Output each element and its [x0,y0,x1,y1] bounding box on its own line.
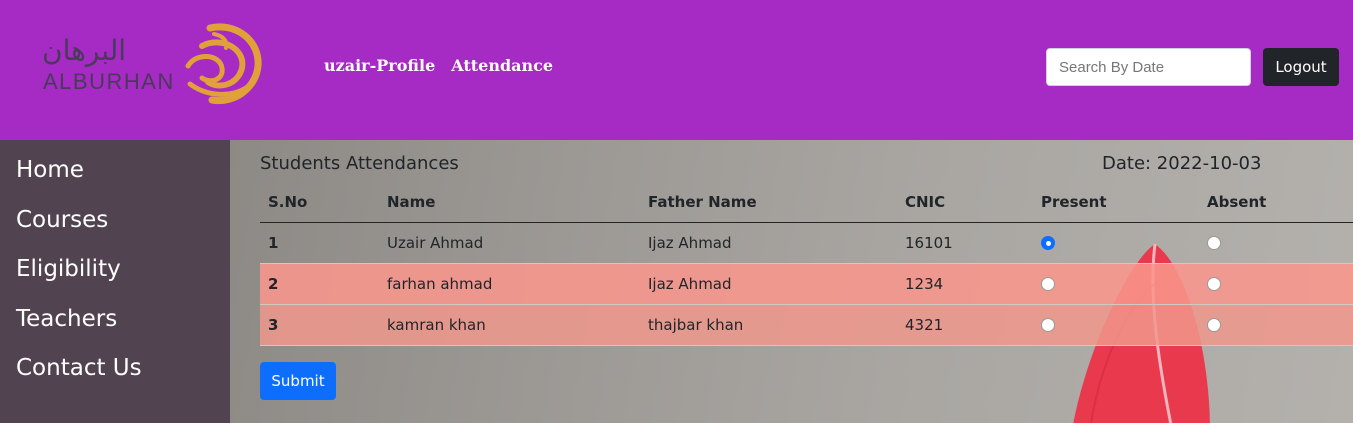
column-header-cnic: CNIC [897,182,1033,223]
cell-father-name: Ijaz Ahmad [640,263,897,305]
cell-sno: 1 [260,222,379,264]
cell-present [1033,263,1199,305]
column-header-sno: S.No [260,182,379,223]
nav-profile-link[interactable]: uzair-Profile [324,56,435,75]
logout-button[interactable]: Logout [1263,48,1339,86]
sidebar-item-home[interactable]: Home [0,154,230,204]
table-row: 2 farhan ahmad Ijaz Ahmad 1234 [260,263,1353,305]
search-input[interactable] [1046,48,1251,86]
present-radio[interactable] [1041,236,1055,250]
absent-radio[interactable] [1207,236,1221,250]
attendance-table: S.No Name Father Name CNIC Present Absen… [260,182,1353,346]
nav-attendance-link[interactable]: Attendance [451,56,553,75]
present-radio[interactable] [1041,277,1055,291]
sidebar-item-eligibility[interactable]: Eligibility [0,253,230,303]
cell-absent [1199,222,1353,264]
present-radio[interactable] [1041,318,1055,332]
column-header-father-name: Father Name [640,182,897,223]
sidebar-item-courses[interactable]: Courses [0,204,230,254]
column-header-present: Present [1033,182,1199,223]
main-content: Students Attendances Date: 2022-10-03 S.… [230,140,1353,423]
cell-name: Uzair Ahmad [379,222,640,264]
cell-name: kamran khan [379,304,640,346]
cell-name: farhan ahmad [379,263,640,305]
cell-sno: 3 [260,304,379,346]
cell-absent [1199,304,1353,346]
column-header-absent: Absent [1199,182,1353,223]
absent-radio[interactable] [1207,318,1221,332]
sidebar: Home Courses Eligibility Teachers Contac… [0,140,230,423]
alburhan-swirl-icon [185,23,262,105]
absent-radio[interactable] [1207,277,1221,291]
table-row: 3 kamran khan thajbar khan 4321 [260,304,1353,346]
alburhan-logo[interactable]: البرهان ALBURHAN [38,22,268,112]
column-header-name: Name [379,182,640,223]
table-row: 1 Uzair Ahmad Ijaz Ahmad 16101 [260,222,1353,264]
attendance-date: Date: 2022-10-03 [1102,153,1262,174]
cell-present [1033,304,1199,346]
cell-father-name: Ijaz Ahmad [640,222,897,264]
sidebar-item-teachers[interactable]: Teachers [0,303,230,353]
cell-absent [1199,263,1353,305]
page-title: Students Attendances [260,153,459,174]
cell-present [1033,222,1199,264]
logo-arabic-text: البرهان [42,34,127,67]
cell-father-name: thajbar khan [640,304,897,346]
cell-sno: 2 [260,263,379,305]
logo-latin-text: ALBURHAN [43,69,175,94]
cell-cnic: 4321 [897,304,1033,346]
cell-cnic: 16101 [897,222,1033,264]
header: البرهان ALBURHAN uzair-Profile Attendanc… [0,0,1353,140]
sidebar-item-contact-us[interactable]: Contact Us [0,352,230,402]
submit-button[interactable]: Submit [260,362,336,400]
table-header-row: S.No Name Father Name CNIC Present Absen… [260,182,1353,223]
top-nav: uzair-Profile Attendance [324,56,553,75]
cell-cnic: 1234 [897,263,1033,305]
